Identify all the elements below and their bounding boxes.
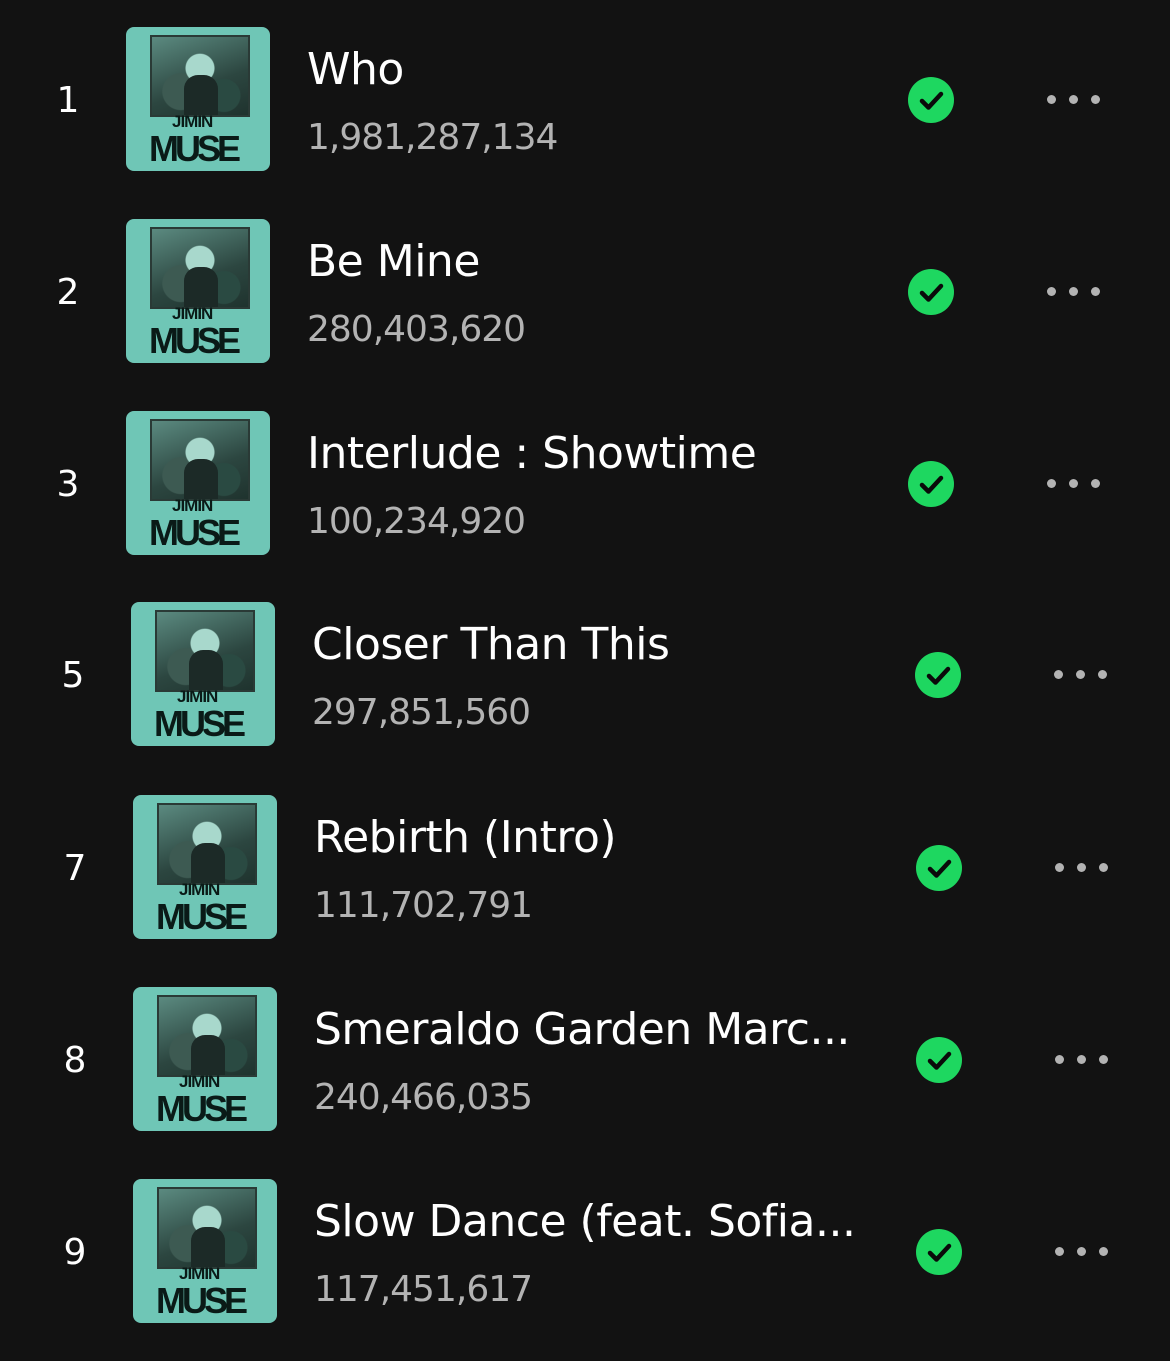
track-play-count: 111,702,791 xyxy=(314,885,533,926)
track-number: 5 xyxy=(61,655,85,696)
cover-album-text: MUSE xyxy=(156,896,248,937)
more-options-icon[interactable] xyxy=(1044,89,1104,109)
cover-album-text: MUSE xyxy=(154,703,246,744)
track-play-count: 297,851,560 xyxy=(312,692,531,733)
track-play-count: 117,451,617 xyxy=(314,1269,533,1310)
track-number: 9 xyxy=(63,1232,87,1273)
track-number: 2 xyxy=(56,272,80,313)
check-circle-icon[interactable] xyxy=(908,269,954,315)
cover-photo xyxy=(150,227,250,309)
cover-photo xyxy=(150,419,250,501)
cover-album-text: MUSE xyxy=(149,320,241,361)
track-row[interactable]: 7 JIMIN MUSE Rebirth (Intro) 111,702,791 xyxy=(0,771,1170,963)
album-cover: JIMIN MUSE xyxy=(126,27,270,171)
track-list: 1 JIMIN MUSE Who 1,981,287,134 2 JIMIN M… xyxy=(0,0,1170,1361)
check-circle-icon[interactable] xyxy=(908,77,954,123)
track-title: Rebirth (Intro) xyxy=(314,812,617,863)
track-title: Smeraldo Garden Marc... xyxy=(314,1004,850,1055)
track-play-count: 1,981,287,134 xyxy=(307,117,558,158)
track-row[interactable]: 8 JIMIN MUSE Smeraldo Garden Marc... 240… xyxy=(0,963,1170,1155)
track-title: Who xyxy=(307,44,404,95)
track-row[interactable]: 1 JIMIN MUSE Who 1,981,287,134 xyxy=(0,3,1170,195)
more-options-icon[interactable] xyxy=(1044,281,1104,301)
album-cover: JIMIN MUSE xyxy=(133,1179,277,1323)
album-cover: JIMIN MUSE xyxy=(133,795,277,939)
cover-album-text: MUSE xyxy=(149,128,241,169)
track-title: Interlude : Showtime xyxy=(307,428,757,479)
more-options-icon[interactable] xyxy=(1052,857,1112,877)
check-circle-icon[interactable] xyxy=(908,461,954,507)
track-row[interactable]: 5 JIMIN MUSE Closer Than This 297,851,56… xyxy=(0,578,1170,770)
track-play-count: 280,403,620 xyxy=(307,309,526,350)
cover-album-text: MUSE xyxy=(156,1088,248,1129)
track-play-count: 240,466,035 xyxy=(314,1077,533,1118)
track-play-count: 100,234,920 xyxy=(307,501,526,542)
album-cover: JIMIN MUSE xyxy=(133,987,277,1131)
check-circle-icon[interactable] xyxy=(916,845,962,891)
more-options-icon[interactable] xyxy=(1051,664,1111,684)
cover-photo xyxy=(150,35,250,117)
album-cover: JIMIN MUSE xyxy=(126,411,270,555)
cover-album-text: MUSE xyxy=(149,512,241,553)
track-row[interactable]: 3 JIMIN MUSE Interlude : Showtime 100,23… xyxy=(0,387,1170,579)
check-circle-icon[interactable] xyxy=(916,1229,962,1275)
album-cover: JIMIN MUSE xyxy=(126,219,270,363)
cover-photo xyxy=(155,610,255,692)
cover-photo xyxy=(157,995,257,1077)
track-number: 8 xyxy=(63,1040,87,1081)
track-title: Be Mine xyxy=(307,236,480,287)
track-title: Slow Dance (feat. Sofia... xyxy=(314,1196,856,1247)
cover-photo xyxy=(157,803,257,885)
track-number: 7 xyxy=(63,848,87,889)
track-title: Closer Than This xyxy=(312,619,670,670)
cover-photo xyxy=(157,1187,257,1269)
track-number: 3 xyxy=(56,464,80,505)
more-options-icon[interactable] xyxy=(1052,1049,1112,1069)
cover-album-text: MUSE xyxy=(156,1280,248,1321)
more-options-icon[interactable] xyxy=(1052,1241,1112,1261)
track-row[interactable]: 9 JIMIN MUSE Slow Dance (feat. Sofia... … xyxy=(0,1155,1170,1347)
more-options-icon[interactable] xyxy=(1044,473,1104,493)
check-circle-icon[interactable] xyxy=(916,1037,962,1083)
check-circle-icon[interactable] xyxy=(915,652,961,698)
track-number: 1 xyxy=(56,80,80,121)
track-row[interactable]: 2 JIMIN MUSE Be Mine 280,403,620 xyxy=(0,195,1170,387)
album-cover: JIMIN MUSE xyxy=(131,602,275,746)
